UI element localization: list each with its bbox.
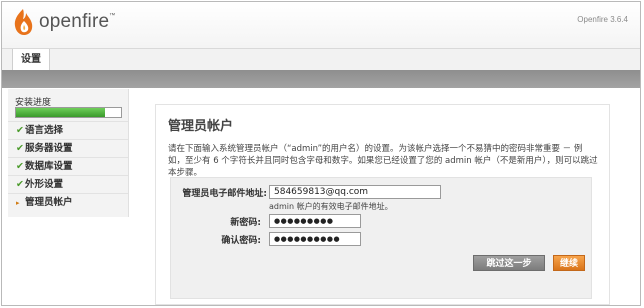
app-window: openfire™ Openfire 3.6.4 设置 安装进度 ✔语言选择 ✔… bbox=[1, 1, 641, 306]
tab-bar: 设置 bbox=[2, 48, 640, 71]
confirm-password-field[interactable]: ●●●●●●●●●● bbox=[269, 232, 361, 246]
step-label: 服务器设置 bbox=[25, 143, 73, 154]
header-divider-band bbox=[2, 70, 640, 88]
page-title: 管理员帐户 bbox=[168, 119, 234, 134]
brand-name: openfire™ bbox=[39, 11, 116, 32]
step-admin-account[interactable]: ▸ 管理员帐户 bbox=[8, 193, 128, 211]
email-field[interactable]: 584659813@qq.com bbox=[269, 185, 441, 199]
progress-bar bbox=[15, 107, 122, 118]
instructions-text: 请在下面输入系统管理员帐户（“admin”的用户名）的设置。为该帐户选择一个不易… bbox=[168, 144, 598, 178]
skip-button[interactable]: 跳过这一步 bbox=[473, 255, 545, 271]
checkmark-icon: ✔ bbox=[16, 143, 24, 154]
arrow-right-icon: ▸ bbox=[16, 199, 20, 207]
admin-account-panel: 管理员帐户 请在下面输入系统管理员帐户（“admin”的用户名）的设置。为该帐户… bbox=[155, 104, 610, 305]
step-label: 管理员帐户 bbox=[25, 197, 73, 208]
step-label: 数据库设置 bbox=[25, 161, 73, 172]
new-password-label: 新密码: bbox=[230, 218, 261, 228]
setup-steps-list: ✔语言选择 ✔服务器设置 ✔数据库设置 ✔外形设置 ▸ 管理员帐户 bbox=[8, 121, 128, 211]
continue-button[interactable]: 继续 bbox=[553, 255, 585, 271]
step-language[interactable]: ✔语言选择 bbox=[8, 121, 128, 139]
step-label: 外形设置 bbox=[25, 179, 64, 190]
version-label: Openfire 3.6.4 bbox=[577, 15, 628, 24]
step-profile[interactable]: ✔外形设置 bbox=[8, 175, 128, 193]
step-server[interactable]: ✔服务器设置 bbox=[8, 139, 128, 157]
new-password-field[interactable]: ●●●●●●●●● bbox=[269, 214, 361, 228]
checkmark-icon: ✔ bbox=[16, 125, 24, 136]
step-label: 语言选择 bbox=[25, 125, 64, 136]
confirm-password-label: 确认密码: bbox=[221, 236, 261, 246]
header: openfire™ Openfire 3.6.4 bbox=[2, 2, 640, 48]
email-hint: admin 帐户的有效电子邮件地址。 bbox=[269, 202, 393, 211]
tab-setup[interactable]: 设置 bbox=[12, 49, 50, 70]
setup-sidebar: 安装进度 ✔语言选择 ✔服务器设置 ✔数据库设置 ✔外形设置 ▸ 管理员帐户 bbox=[8, 89, 129, 217]
admin-form: 管理员电子邮件地址: 584659813@qq.com admin 帐户的有效电… bbox=[170, 177, 592, 299]
openfire-flame-logo-icon bbox=[14, 9, 33, 35]
email-label: 管理员电子邮件地址: bbox=[182, 189, 267, 199]
step-database[interactable]: ✔数据库设置 bbox=[8, 157, 128, 175]
checkmark-icon: ✔ bbox=[16, 161, 24, 172]
progress-bar-fill bbox=[16, 108, 106, 117]
checkmark-icon: ✔ bbox=[16, 179, 24, 190]
